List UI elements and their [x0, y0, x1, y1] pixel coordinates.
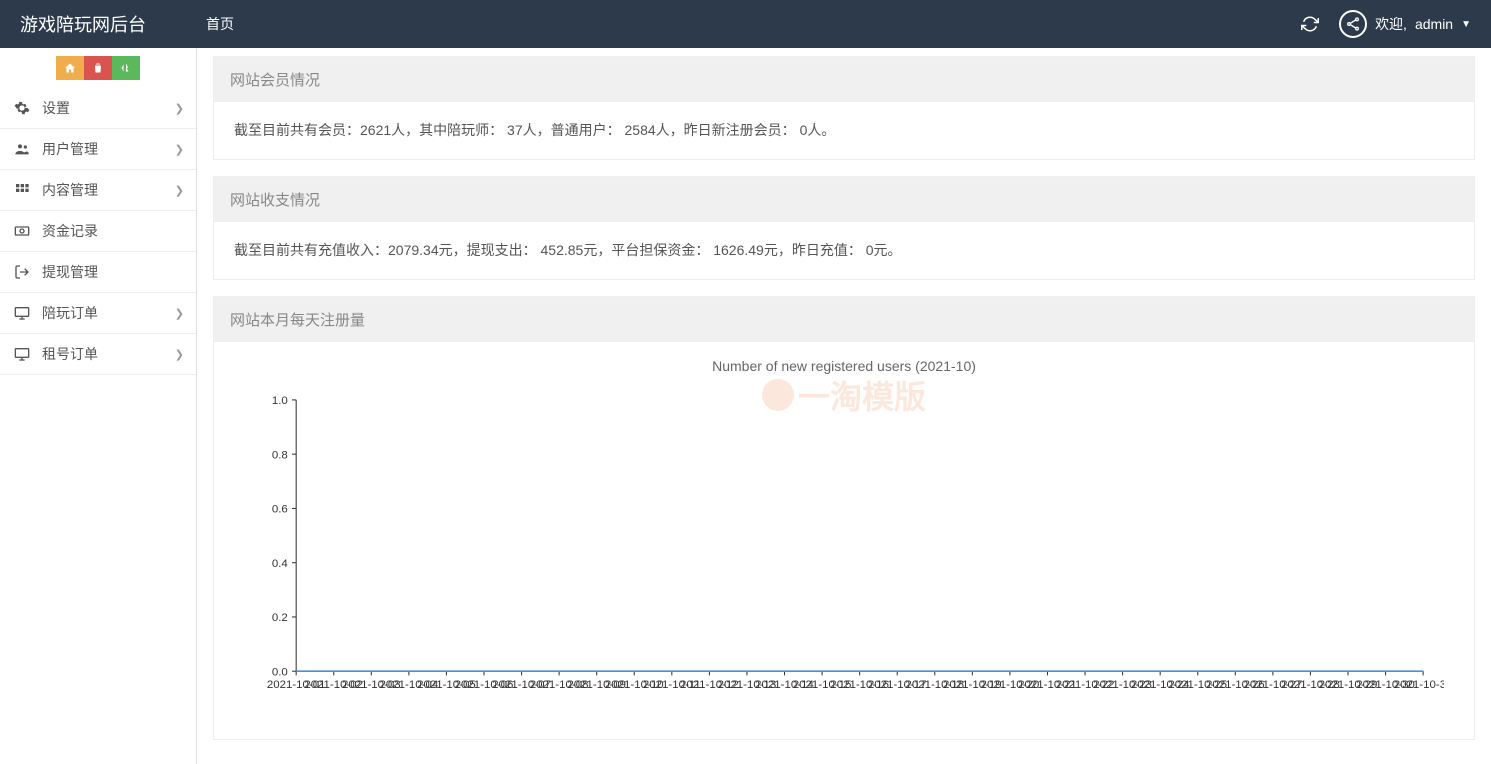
main-content: 网站会员情况 截至目前共有会员：2621人，其中陪玩师： 37人，普通用户： 2… — [197, 48, 1491, 764]
coach-count: 37 — [507, 122, 523, 138]
withdraw-expense: 452.85 — [541, 242, 584, 258]
recharge-income: 2079.34 — [388, 242, 439, 258]
chevron-right-icon: ❯ — [175, 102, 184, 115]
header-right: 欢迎, admin ▼ — [1301, 10, 1471, 38]
member-panel: 网站会员情况 截至目前共有会员：2621人，其中陪玩师： 37人，普通用户： 2… — [213, 56, 1475, 160]
sidebar: 设置❯用户管理❯内容管理❯资金记录提现管理陪玩订单❯租号订单❯ — [0, 48, 197, 764]
svg-text:0.0: 0.0 — [272, 667, 288, 679]
sidebar-item-4[interactable]: 提现管理 — [0, 252, 196, 293]
user-menu[interactable]: 欢迎, admin ▼ — [1339, 10, 1471, 38]
svg-text:0.4: 0.4 — [272, 558, 289, 570]
caret-down-icon: ▼ — [1461, 19, 1471, 30]
svg-text:1.0: 1.0 — [272, 395, 288, 407]
sidebar-item-2[interactable]: 内容管理❯ — [0, 170, 196, 211]
sidebar-item-label: 用户管理 — [42, 139, 175, 159]
chart-panel-title: 网站本月每天注册量 — [214, 297, 1474, 342]
sidebar-item-label: 陪玩订单 — [42, 303, 175, 323]
finance-panel: 网站收支情况 截至目前共有充值收入：2079.34元，提现支出： 452.85元… — [213, 176, 1475, 280]
monitor-icon — [12, 346, 32, 362]
member-panel-title: 网站会员情况 — [214, 57, 1474, 102]
normal-count: 2584 — [625, 122, 656, 138]
home-button[interactable] — [56, 56, 84, 80]
header-nav: 首页 — [206, 14, 1301, 34]
sidebar-item-1[interactable]: 用户管理❯ — [0, 129, 196, 170]
guarantee-fund: 1626.49 — [713, 242, 764, 258]
finance-panel-body: 截至目前共有充值收入：2079.34元，提现支出： 452.85元，平台担保资金… — [214, 222, 1474, 279]
recycle-button[interactable] — [112, 56, 140, 80]
signout-icon — [12, 264, 32, 280]
chevron-right-icon: ❯ — [175, 307, 184, 320]
sidebar-item-6[interactable]: 租号订单❯ — [0, 334, 196, 375]
trash-button[interactable] — [84, 56, 112, 80]
sidebar-item-3[interactable]: 资金记录 — [0, 211, 196, 252]
chart-panel: 网站本月每天注册量 Number of new registered users… — [213, 296, 1475, 740]
share-circle-icon — [1339, 10, 1367, 38]
nav-home[interactable]: 首页 — [206, 16, 234, 32]
app-title: 游戏陪玩网后台 — [20, 11, 146, 37]
sidebar-item-label: 设置 — [42, 98, 175, 118]
chevron-right-icon: ❯ — [175, 143, 184, 156]
sidebar-item-0[interactable]: 设置❯ — [0, 88, 196, 129]
grid-icon — [12, 182, 32, 198]
welcome-text: 欢迎, — [1375, 14, 1407, 34]
sidebar-item-5[interactable]: 陪玩订单❯ — [0, 293, 196, 334]
yesterday-recharge: 0 — [866, 242, 874, 258]
finance-panel-title: 网站收支情况 — [214, 177, 1474, 222]
sidebar-item-label: 内容管理 — [42, 180, 175, 200]
monitor-icon — [12, 305, 32, 321]
svg-text:0.2: 0.2 — [272, 613, 288, 625]
chevron-right-icon: ❯ — [175, 184, 184, 197]
total-members: 2621 — [360, 122, 391, 138]
chart-title: Number of new registered users (2021-10) — [244, 358, 1444, 374]
username: admin — [1415, 16, 1453, 32]
gear-icon — [12, 100, 32, 116]
registration-chart: 0.00.20.40.60.81.02021-10-012021-10-0220… — [244, 386, 1444, 706]
sidebar-toolbar — [0, 48, 196, 88]
sidebar-item-label: 租号订单 — [42, 344, 175, 364]
chevron-right-icon: ❯ — [175, 348, 184, 361]
svg-text:0.6: 0.6 — [272, 504, 288, 516]
money-icon — [12, 223, 32, 239]
users-icon — [12, 141, 32, 157]
svg-text:0.8: 0.8 — [272, 450, 288, 462]
sidebar-item-label: 提现管理 — [42, 262, 184, 282]
chart-area: Number of new registered users (2021-10)… — [214, 342, 1474, 739]
svg-text:2021-10-31: 2021-10-31 — [1394, 679, 1444, 691]
refresh-icon[interactable] — [1301, 15, 1319, 33]
member-panel-body: 截至目前共有会员：2621人，其中陪玩师： 37人，普通用户： 2584人，昨日… — [214, 102, 1474, 159]
app-header: 游戏陪玩网后台 首页 欢迎, admin ▼ — [0, 0, 1491, 48]
sidebar-item-label: 资金记录 — [42, 221, 184, 241]
